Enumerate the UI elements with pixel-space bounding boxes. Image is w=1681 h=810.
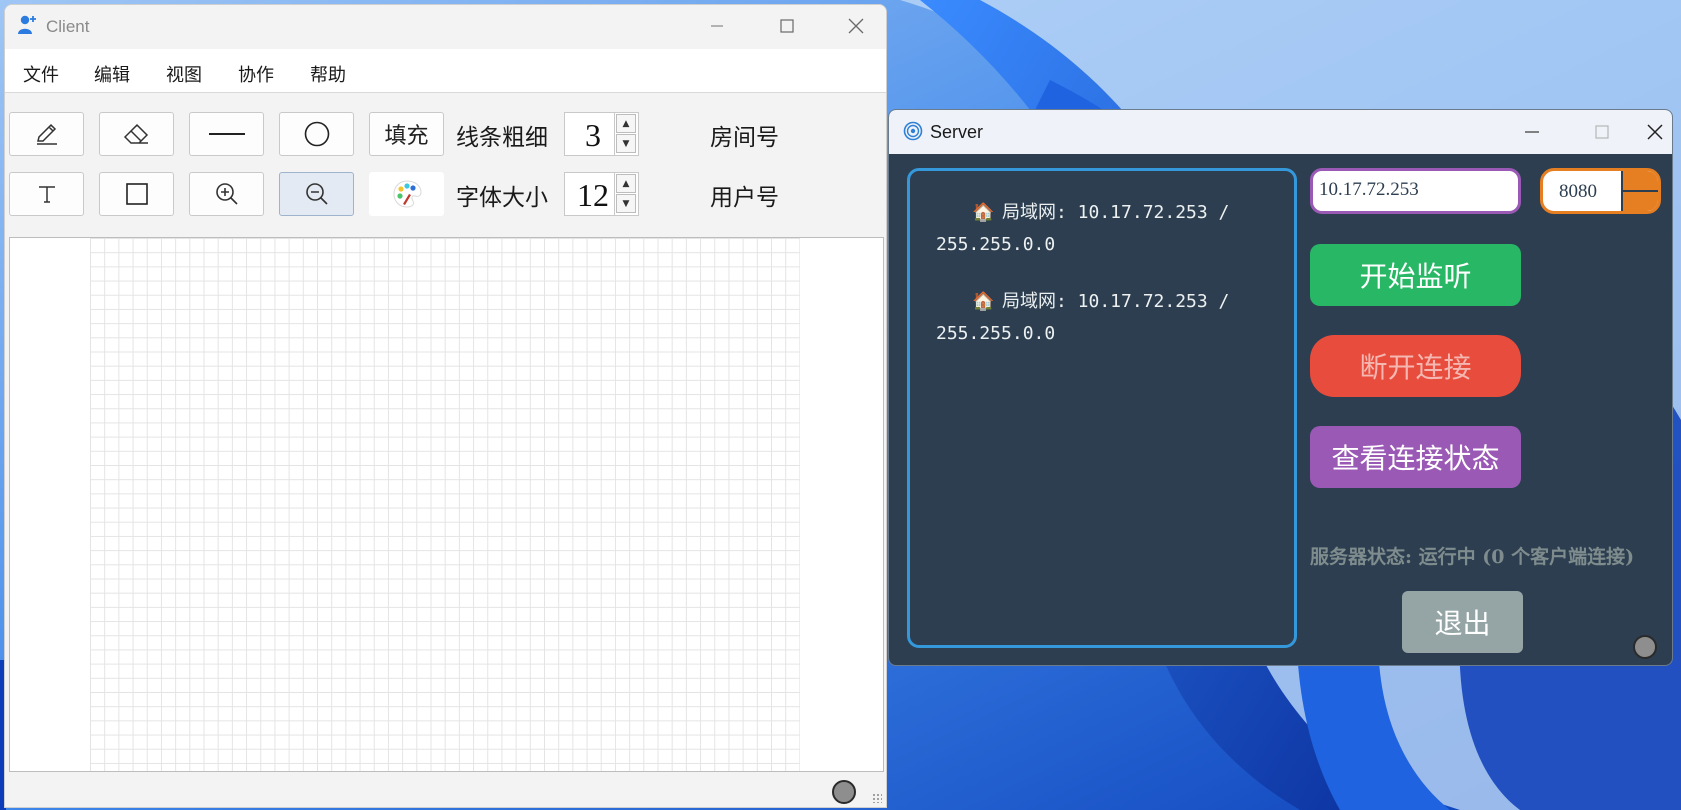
arrow-up-icon: ▲ <box>622 118 630 129</box>
menu-view[interactable]: 视图 <box>166 61 202 87</box>
close-icon <box>1647 124 1663 140</box>
server-title: Server <box>930 122 984 142</box>
drawing-canvas[interactable] <box>9 237 884 772</box>
port-stepper[interactable] <box>1621 171 1658 211</box>
font-size-spinbox[interactable]: 12 ▲ ▼ <box>564 172 639 216</box>
close-icon <box>848 18 864 34</box>
connection-indicator-icon <box>832 780 856 804</box>
font-size-label: 字体大小 <box>456 185 548 211</box>
maximize-button[interactable] <box>1567 110 1637 154</box>
zoom-out-icon <box>305 183 328 205</box>
start-listening-button[interactable]: 开始监听 <box>1310 244 1521 306</box>
color-button[interactable] <box>369 172 444 216</box>
list-item: 🏠 局域网: 10.17.72.253 / 255.255.0.0 <box>936 197 1282 261</box>
arrow-up-icon: ▲ <box>622 178 630 189</box>
maximize-button[interactable] <box>752 5 822 47</box>
maximize-icon <box>1595 125 1609 139</box>
line-width-value[interactable]: 3 <box>573 115 613 153</box>
server-status-text: 服务器状态: 运行中 (0 个客户端连接) <box>1310 546 1635 568</box>
minimize-button[interactable] <box>1497 110 1567 154</box>
zoom-out-button[interactable] <box>279 172 354 216</box>
rectangle-icon <box>125 183 148 205</box>
line-width-label: 线条粗细 <box>456 125 548 151</box>
increment-button[interactable]: ▲ <box>616 174 636 193</box>
fill-button[interactable]: 填充 <box>369 112 444 156</box>
port-spinbox[interactable]: 8080 <box>1540 168 1661 214</box>
close-button[interactable] <box>1633 110 1672 154</box>
menu-edit[interactable]: 编辑 <box>94 61 130 87</box>
increment-button[interactable]: ▲ <box>616 114 636 133</box>
connection-indicator-icon <box>1633 635 1657 659</box>
arrow-down-icon: ▼ <box>622 198 630 209</box>
user-add-icon <box>17 14 39 40</box>
minimize-icon <box>1525 131 1539 133</box>
circle-button[interactable] <box>279 112 354 156</box>
tool-bar: 填充 线条粗细 3 ▲ ▼ 房间号 字体大小 12 ▲ ▼ 用户号 <box>5 94 886 235</box>
house-icon: 🏠 <box>972 202 995 223</box>
minimize-icon <box>711 25 723 27</box>
menu-bar: 文件 编辑 视图 协作 帮助 <box>5 49 886 93</box>
close-button[interactable] <box>821 5 886 47</box>
list-item: 🏠 局域网: 10.17.72.253 / 255.255.0.0 <box>936 286 1282 350</box>
zoom-in-button[interactable] <box>189 172 264 216</box>
palette-icon <box>392 180 422 208</box>
canvas-grid[interactable] <box>90 238 800 771</box>
pencil-icon <box>36 123 57 145</box>
port-value[interactable]: 8080 <box>1559 181 1597 203</box>
client-title: Client <box>46 17 90 36</box>
server-titlebar[interactable]: Server <box>889 110 1672 154</box>
resize-grip-icon[interactable] <box>872 793 882 803</box>
line-width-spinbox[interactable]: 3 ▲ ▼ <box>564 112 639 156</box>
server-window: Server 🏠 局域网: 10.17.72.253 / 255.255.0.0 … <box>888 109 1673 666</box>
status-bar <box>5 778 886 807</box>
rectangle-button[interactable] <box>99 172 174 216</box>
user-number-label: 用户号 <box>710 185 779 211</box>
maximize-icon <box>780 19 794 33</box>
network-interfaces-list: 🏠 局域网: 10.17.72.253 / 255.255.0.0 🏠 局域网: 1… <box>907 168 1297 648</box>
decrement-button[interactable]: ▼ <box>616 134 636 153</box>
house-icon: 🏠 <box>972 291 995 312</box>
arrow-down-icon: ▼ <box>622 138 630 149</box>
view-connection-status-button[interactable]: 查看连接状态 <box>1310 426 1521 488</box>
client-window: Client 文件 编辑 视图 协作 帮助 填充 线条粗细 3 ▲ ▼ 房间号 … <box>4 4 887 808</box>
line-icon <box>208 133 245 135</box>
font-size-value[interactable]: 12 <box>573 175 613 213</box>
server-app-icon <box>903 121 923 145</box>
zoom-in-icon <box>215 183 238 205</box>
ip-address-input[interactable]: 10.17.72.253 <box>1310 168 1521 214</box>
menu-file[interactable]: 文件 <box>23 61 59 87</box>
minimize-button[interactable] <box>682 5 752 47</box>
text-tool-button[interactable] <box>9 172 84 216</box>
disconnect-button[interactable]: 断开连接 <box>1310 335 1521 397</box>
eraser-button[interactable] <box>99 112 174 156</box>
pencil-button[interactable] <box>9 112 84 156</box>
menu-collaborate[interactable]: 协作 <box>238 61 274 87</box>
circle-icon <box>304 121 329 147</box>
room-number-label: 房间号 <box>710 125 779 151</box>
menu-help[interactable]: 帮助 <box>310 61 346 87</box>
exit-button[interactable]: 退出 <box>1402 591 1523 653</box>
eraser-icon <box>123 123 148 144</box>
line-button[interactable] <box>189 112 264 156</box>
decrement-button[interactable]: ▼ <box>616 194 636 213</box>
text-icon <box>38 186 55 203</box>
client-titlebar[interactable]: Client <box>5 5 886 47</box>
